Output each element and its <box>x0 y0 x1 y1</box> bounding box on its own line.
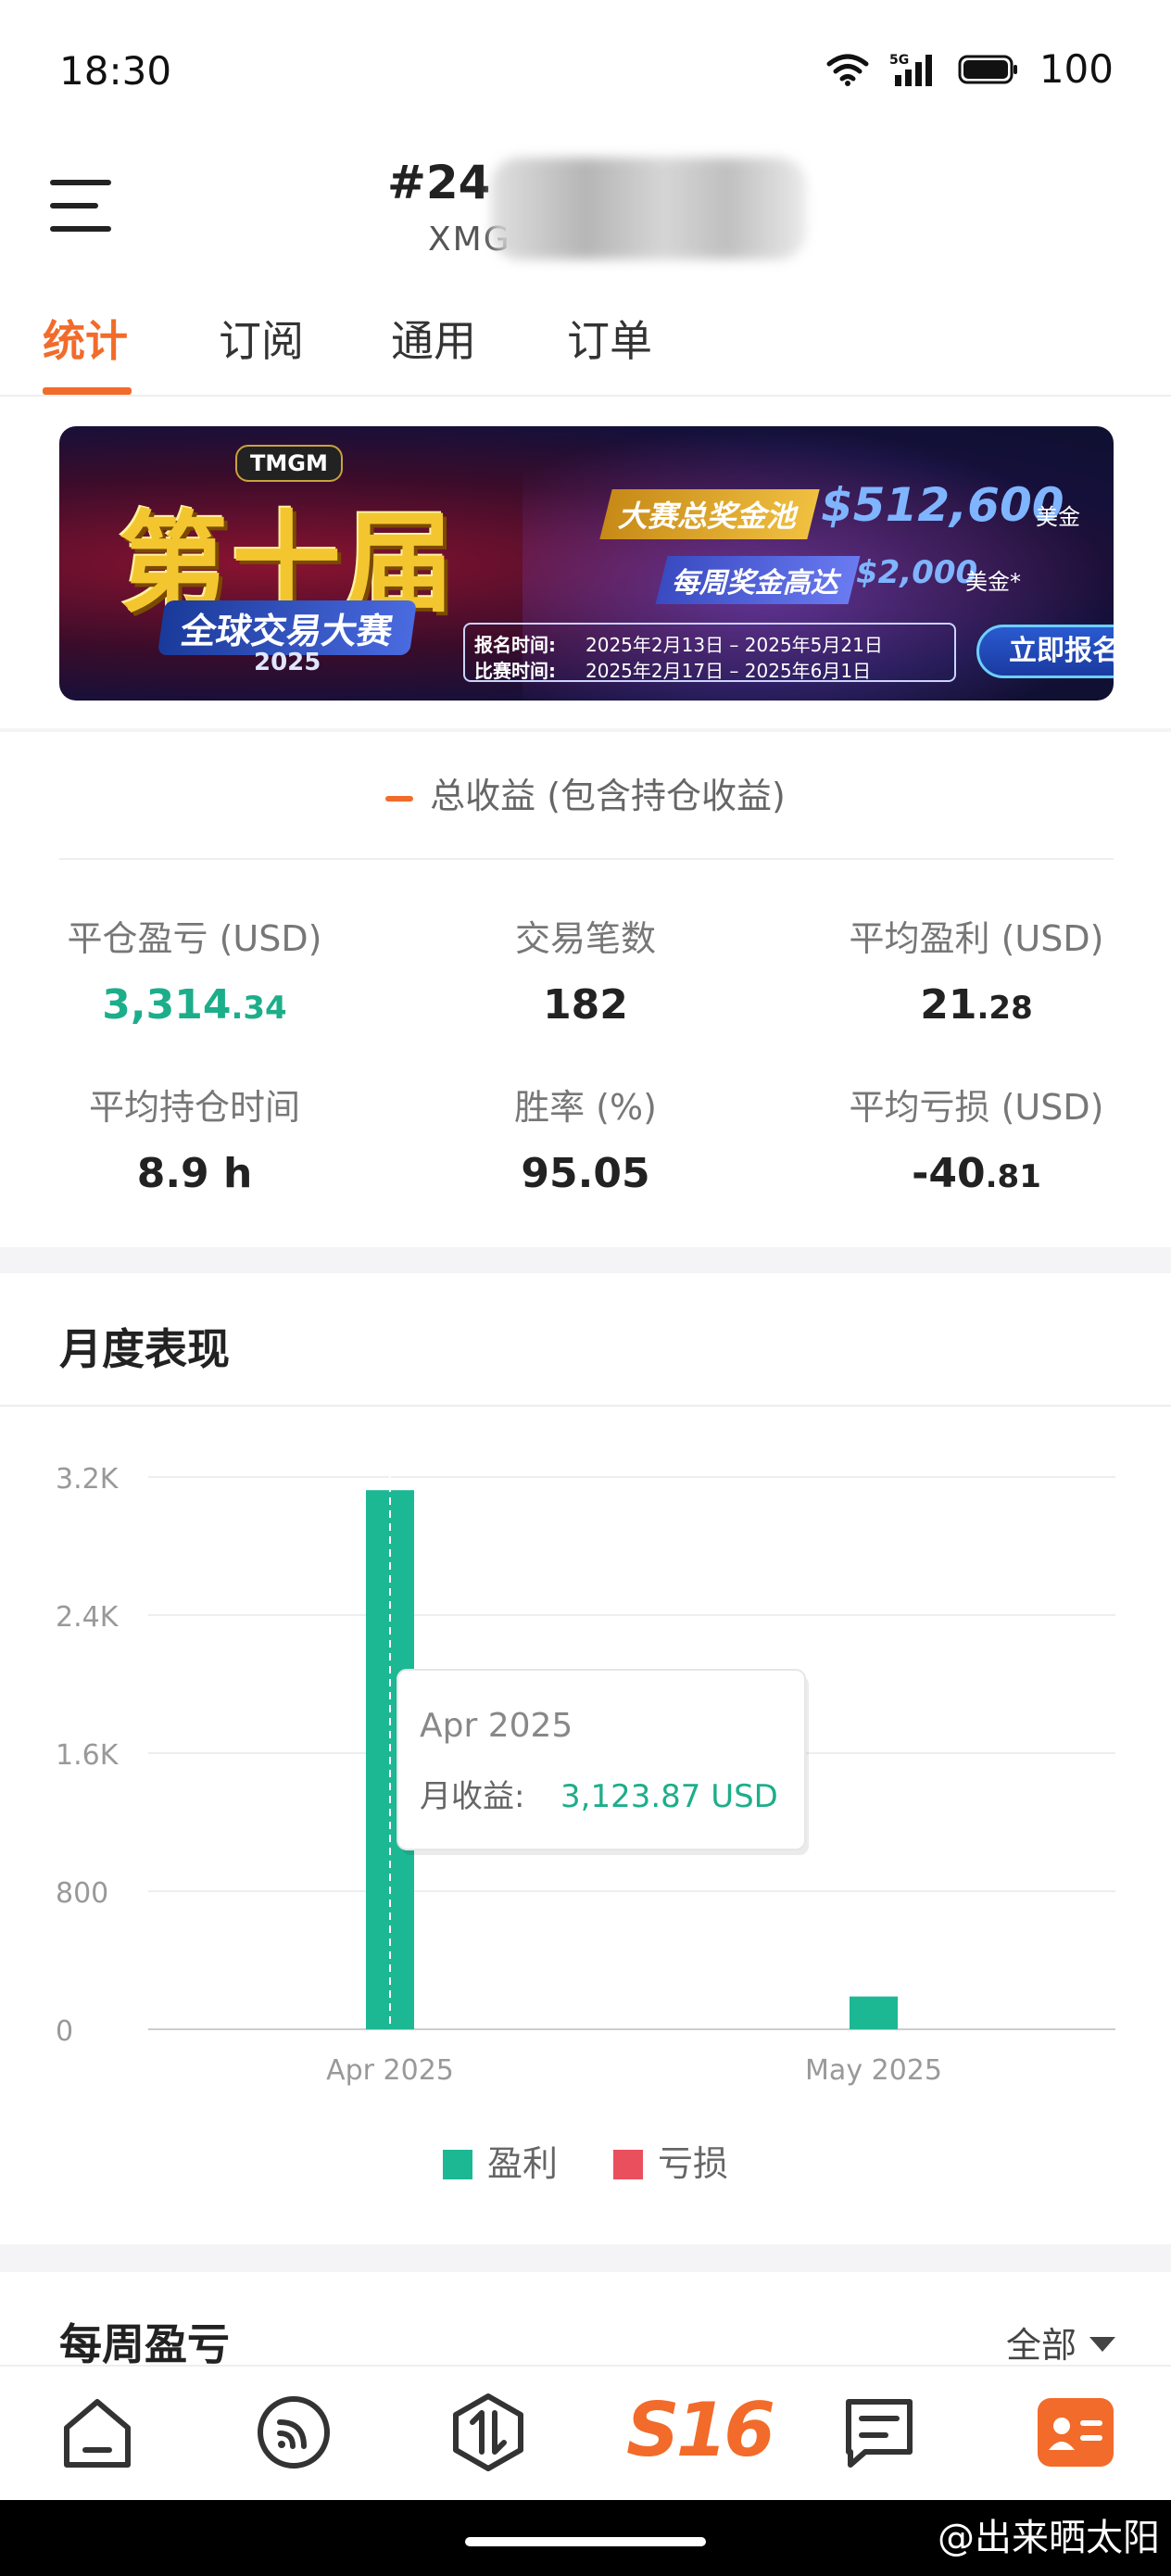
status-bar: 18:30 5G 100 <box>0 0 1171 139</box>
y-tick-label: 2.4K <box>56 1601 120 1634</box>
weekly-filter-dropdown[interactable]: 全部 <box>1006 2317 1115 2368</box>
watermark: @出来晒太阳 <box>938 2517 1160 2559</box>
monthly-bar-chart[interactable]: 3.2K 2.4K 1.6K 800 0 Apr 2025 May 2025 Apr 2025… <box>0 1427 1171 2094</box>
y-tick-label: 800 <box>56 1877 108 1910</box>
banner-comp-value: 2025年2月17日 – 2025年6月1日 <box>586 660 872 682</box>
stat-value: 8.9 h <box>136 1150 253 1197</box>
weekly-title: 每周盈亏 <box>59 2319 230 2369</box>
battery-icon <box>958 55 1017 83</box>
banner-weekly-unit: 美金* <box>965 569 1021 595</box>
stat-label: 平均盈利 (USD) <box>849 918 1104 959</box>
wifi-icon <box>826 54 869 86</box>
legend-item-loss[interactable]: 亏损 <box>613 2135 728 2186</box>
tab-active-indicator <box>43 387 132 395</box>
y-tick-label: 3.2K <box>56 1463 120 1496</box>
tooltip-value: 3,123.87 USD <box>560 1778 778 1815</box>
bar-may-2025[interactable] <box>850 1996 898 2029</box>
stat-label: 平均亏损 (USD) <box>849 1087 1104 1128</box>
signal-5g-icon: 5G <box>889 53 932 86</box>
stat-label: 胜率 (%) <box>514 1087 657 1128</box>
tooltip-label: 月收益: <box>420 1778 524 1815</box>
chart-legend: 盈利 亏损 <box>0 2135 1171 2186</box>
stat-closed-pnl: 平仓盈亏 (USD) 3,314.34 <box>0 910 389 1029</box>
profile-card-icon[interactable] <box>1034 2391 1117 2474</box>
s16-event-icon[interactable]: S16 <box>626 2387 775 2473</box>
battery-percent: 100 <box>1039 46 1114 92</box>
x-tick-label: May 2025 <box>805 2054 942 2087</box>
banner-weekly-label: 每周奖金高达 <box>655 556 861 604</box>
bottom-nav: S16 <box>0 2365 1171 2500</box>
tab-general[interactable]: 通用 <box>391 308 476 369</box>
home-gesture-bar[interactable] <box>465 2537 706 2546</box>
divider <box>0 1405 1171 1407</box>
banner-comp-row: 比赛时间: 2025年2月17日 – 2025年6月1日 <box>474 656 871 683</box>
stat-label: 平均持仓时间 <box>88 1087 300 1128</box>
stat-win-rate: 胜率 (%) 95.05 <box>391 1079 780 1197</box>
banner-subhead: 全球交易大赛 <box>157 600 418 655</box>
section-separator <box>0 1247 1171 1273</box>
stat-trade-count: 交易笔数 182 <box>391 910 780 1029</box>
tooltip-title: Apr 2025 <box>420 1707 573 1745</box>
trade-icon[interactable] <box>447 2391 530 2474</box>
account-title: #24 <box>387 156 491 209</box>
home-icon[interactable] <box>56 2391 139 2474</box>
tab-subscribe[interactable]: 订阅 <box>219 308 304 369</box>
y-tick-label: 0 <box>56 2015 73 2048</box>
status-time: 18:30 <box>59 48 172 94</box>
banner-pool-unit: 美金 <box>1036 504 1080 530</box>
monthly-title: 月度表现 <box>59 1324 230 1374</box>
tab-bar: 统计 订阅 通用 订单 <box>0 297 1171 397</box>
total-profit-legend-label: 总收益 (包含持仓收益) <box>430 776 786 816</box>
status-icons: 5G 100 <box>826 46 1114 92</box>
banner-dates: 报名时间: 2025年2月13日 – 2025年5月21日 比赛时间: 2025年2… <box>463 623 956 682</box>
stat-label: 交易笔数 <box>514 918 656 959</box>
svg-text:5G: 5G <box>889 53 909 68</box>
stat-value: 95.05 <box>521 1150 650 1197</box>
banner-reg-value: 2025年2月13日 – 2025年5月21日 <box>586 634 883 656</box>
x-tick-label: Apr 2025 <box>326 2054 454 2087</box>
stat-value: 21.28 <box>920 981 1033 1029</box>
divider <box>59 858 1114 860</box>
stat-value: -40.81 <box>912 1150 1041 1197</box>
caret-down-icon <box>1089 2337 1115 2352</box>
banner-pool-value: $512,600 <box>821 478 1064 532</box>
tab-orders[interactable]: 订单 <box>567 308 652 369</box>
stat-avg-loss: 平均亏损 (USD) -40.81 <box>782 1079 1171 1197</box>
total-profit-legend[interactable]: 总收益 (包含持仓收益) <box>0 767 1171 818</box>
stat-value: 182 <box>543 981 628 1029</box>
gesture-area: @出来晒太阳 <box>0 2500 1171 2576</box>
promo-banner[interactable]: TMGM 第十届 全球交易大赛 2025 大赛总奖金池 $512,600 美金 … <box>59 426 1114 701</box>
tooltip-box <box>397 1669 806 1850</box>
banner-pool-label: 大赛总奖金池 <box>599 489 820 539</box>
hamburger-menu-icon[interactable] <box>48 176 113 235</box>
stat-label: 平仓盈亏 (USD) <box>67 918 322 959</box>
feed-icon[interactable] <box>252 2391 335 2474</box>
banner-weekly-value: $2,000 <box>856 554 978 591</box>
tab-stats[interactable]: 统计 <box>43 308 128 369</box>
banner-reg-key: 报名时间: <box>474 634 556 656</box>
banner-comp-key: 比赛时间: <box>474 660 556 682</box>
stat-avg-profit: 平均盈利 (USD) 21.28 <box>782 910 1171 1029</box>
legend-swatch <box>442 2150 472 2179</box>
legend-item-profit[interactable]: 盈利 <box>442 2135 558 2186</box>
redacted-blur <box>491 158 806 259</box>
legend-swatch <box>613 2150 644 2179</box>
news-icon[interactable] <box>837 2391 921 2474</box>
banner-year: 2025 <box>254 649 321 676</box>
stat-value: 3,314.34 <box>102 981 287 1029</box>
banner-reg-row: 报名时间: 2025年2月13日 – 2025年5月21日 <box>474 630 883 657</box>
legend-dash-icon <box>385 795 414 802</box>
y-tick-label: 1.6K <box>56 1739 120 1772</box>
section-separator <box>0 728 1171 732</box>
banner-register-button[interactable]: 立即报名 <box>976 625 1114 678</box>
section-separator <box>0 2244 1171 2272</box>
stat-avg-hold-time: 平均持仓时间 8.9 h <box>0 1079 389 1197</box>
